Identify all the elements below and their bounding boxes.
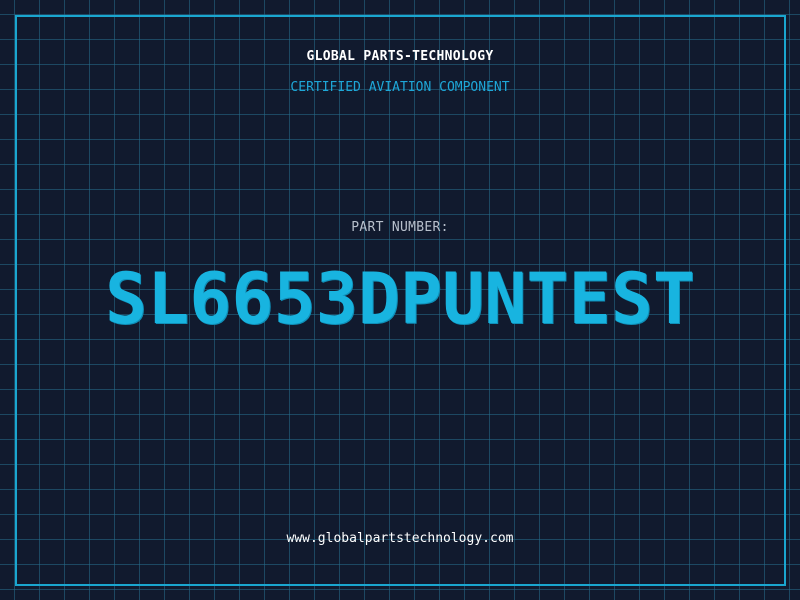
certificate-card: GLOBAL PARTS-TECHNOLOGY CERTIFIED AVIATI… bbox=[0, 0, 800, 600]
part-number-label: PART NUMBER: bbox=[351, 220, 449, 235]
part-number-value: SL6653DPUNTEST bbox=[104, 258, 695, 340]
certification-subtitle: CERTIFIED AVIATION COMPONENT bbox=[290, 80, 510, 95]
company-name: GLOBAL PARTS-TECHNOLOGY bbox=[306, 49, 494, 64]
website-url: www.globalpartstechnology.com bbox=[286, 531, 514, 546]
